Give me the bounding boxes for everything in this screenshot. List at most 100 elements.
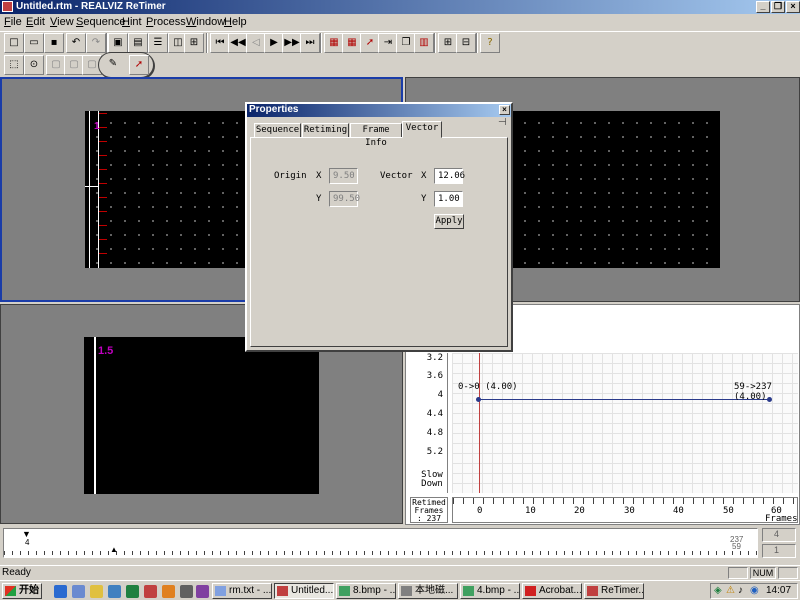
menu-process[interactable]: Process (146, 16, 186, 28)
minimize-button[interactable]: _ (756, 1, 770, 13)
drive-icon (401, 586, 412, 596)
motion-vector-icon[interactable]: ➚ (360, 33, 380, 53)
task-8-bmp[interactable]: 8.bmp - ... (336, 583, 396, 599)
tab-vector[interactable]: Vector (402, 121, 442, 138)
media-icon[interactable] (126, 585, 139, 598)
single-view-icon[interactable]: ▣ (108, 33, 128, 53)
current-frame-line[interactable] (94, 337, 96, 494)
menu-hint[interactable]: Hint (122, 16, 142, 28)
start-button[interactable]: 开始 (2, 583, 42, 599)
timeline-track[interactable]: ▼ 4 ▲ 237 59 (3, 528, 759, 558)
desktop-icon[interactable] (90, 585, 103, 598)
help-question-icon[interactable]: ? (480, 33, 500, 53)
frame-field-1[interactable]: 4 (762, 528, 796, 542)
go-last-icon[interactable]: ⏭ (300, 33, 320, 53)
app-launch-icon[interactable] (162, 585, 175, 598)
menu-sequence[interactable]: Sequence (76, 16, 126, 28)
save-icon[interactable]: ▪ (44, 33, 64, 53)
playhead-icon[interactable]: ▲ (110, 545, 118, 554)
task-4-bmp[interactable]: 4.bmp - ... (460, 583, 520, 599)
vector-tab-content: Origin X Y 9.50 99.50 Vector X Y 12.06 1… (250, 137, 508, 347)
target-icon[interactable]: ⊙ (24, 55, 44, 75)
quad-view-icon[interactable]: ⊞ (184, 33, 204, 53)
menu-help[interactable]: Help (224, 16, 247, 28)
menu-view[interactable]: View (50, 16, 74, 28)
menu-window[interactable]: Window (186, 16, 225, 28)
vector-y-field[interactable]: 1.00 (434, 191, 463, 207)
task-local-disk[interactable]: 本地磁... (398, 583, 458, 599)
play-reverse-icon[interactable]: ◁ (246, 33, 266, 53)
title-bar: Untitled.rtm - REALVIZ ReTimer _ ❐ × (0, 0, 800, 14)
step-back-icon[interactable]: ◀◀ (228, 33, 248, 53)
split-three-icon[interactable]: ☰ (148, 33, 168, 53)
task-untitled[interactable]: Untitled... (274, 583, 334, 599)
menu-file[interactable]: File (4, 16, 22, 28)
origin-x-field[interactable]: 9.50 (329, 168, 358, 184)
go-first-icon[interactable]: ⏮ (210, 33, 230, 53)
selection-icon[interactable]: ⬚ (4, 55, 24, 75)
split-horizontal-icon[interactable]: ▤ (128, 33, 148, 53)
step-forward-icon[interactable]: ▶▶ (282, 33, 302, 53)
tab-frame-info[interactable]: Frame Info (350, 123, 402, 148)
current-frame-cursor[interactable] (479, 353, 480, 493)
app-icon[interactable] (2, 1, 13, 12)
key-start-point[interactable] (476, 397, 481, 402)
x-tick: 20 (574, 506, 585, 516)
frame-marker: 1.5 (98, 345, 114, 357)
tray-app-icon[interactable]: ◉ (750, 585, 759, 596)
app-launch-icon[interactable] (180, 585, 193, 598)
app-launch-icon[interactable] (144, 585, 157, 598)
warning-icon[interactable]: ⚠ (726, 585, 735, 596)
origin-label: Origin (274, 171, 307, 181)
grid-settings-icon[interactable]: ⊞ (438, 33, 458, 53)
handle-line[interactable] (85, 186, 99, 187)
result-image-view[interactable] (513, 111, 720, 268)
close-button[interactable]: × (786, 1, 800, 13)
task-rm-txt[interactable]: rm.txt - ... (212, 583, 272, 599)
speed-curve (478, 399, 770, 400)
frame-a-icon[interactable]: ▢ (46, 55, 66, 75)
retime-settings-icon[interactable]: ▦ (342, 33, 362, 53)
render-icon[interactable]: ▥ (414, 33, 434, 53)
open-folder-icon[interactable]: ▭ (24, 33, 44, 53)
play-icon[interactable]: ▶ (264, 33, 284, 53)
task-retimer[interactable]: ReTimer... (584, 583, 644, 599)
quicklaunch-icon[interactable] (108, 585, 121, 598)
frame-field-2[interactable]: 1 (762, 544, 796, 558)
apply-button[interactable]: Apply (434, 214, 464, 229)
retimer-icon (277, 586, 288, 596)
new-file-icon[interactable]: □ (4, 33, 24, 53)
volume-icon[interactable]: ♪ (738, 585, 743, 596)
grid-toggle-icon[interactable]: ⊟ (456, 33, 476, 53)
dialog-close-button[interactable]: × (499, 105, 510, 115)
task-acrobat[interactable]: Acrobat... (522, 583, 582, 599)
x-tick: 40 (673, 506, 684, 516)
origin-y-field[interactable]: 99.50 (329, 191, 360, 207)
preview-image-view[interactable]: 1.5 (84, 337, 319, 494)
retimed-frames-label: Retimed Frames : 237 (410, 497, 448, 523)
menu-edit[interactable]: Edit (26, 16, 45, 28)
vector-x-field[interactable]: 12.06 (434, 168, 465, 184)
tab-retiming[interactable]: Retiming (302, 123, 349, 138)
brush-tool-icon[interactable]: ✎ (103, 55, 123, 75)
ie-icon[interactable] (54, 585, 67, 598)
toolbar-separator (320, 33, 322, 53)
app-launch-icon[interactable] (196, 585, 209, 598)
tab-sequence[interactable]: Sequence (254, 123, 301, 138)
frame-b-icon[interactable]: ▢ (64, 55, 84, 75)
pin-icon[interactable]: ⊣ (498, 117, 507, 128)
import-icon[interactable]: ⇥ (378, 33, 398, 53)
clock[interactable]: 14:07 (766, 585, 791, 596)
motion-arrow-icon[interactable]: ➚ (129, 55, 149, 75)
x-tick: 0 (477, 506, 483, 516)
status-pane (778, 567, 798, 579)
graph-plot-area[interactable]: 0->0 (4.00) 59->237 (4.00) (452, 353, 798, 493)
redo-icon[interactable]: ↷ (86, 33, 106, 53)
retime-icon[interactable]: ▦ (324, 33, 344, 53)
num-lock-indicator: NUM (750, 567, 776, 579)
layers-icon[interactable]: ❐ (396, 33, 416, 53)
outlook-icon[interactable] (72, 585, 85, 598)
network-icon[interactable]: ◈ (714, 585, 722, 596)
restore-button[interactable]: ❐ (771, 1, 785, 13)
undo-icon[interactable]: ↶ (66, 33, 86, 53)
